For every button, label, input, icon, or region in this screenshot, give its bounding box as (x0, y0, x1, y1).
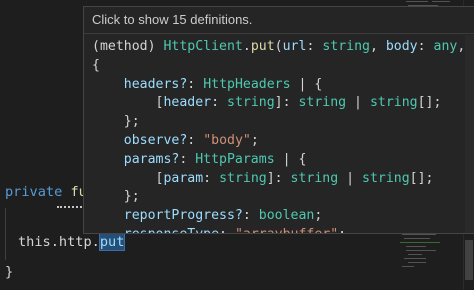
signature-token: | (338, 170, 362, 186)
signature-token: ]: (274, 95, 299, 111)
signature-token (92, 208, 124, 223)
signature-token (92, 77, 124, 92)
signature-token: | { (290, 76, 323, 92)
signature-token: []; (409, 170, 434, 186)
signature-token: : (242, 208, 259, 224)
signature-token: headers? (123, 76, 188, 92)
signature-token: ; (338, 227, 346, 233)
signature-token: : (417, 39, 434, 54)
signature-line: { (92, 57, 474, 76)
signature-token: [ (92, 170, 164, 186)
signature-line: [header: string]: string | string[]; (92, 94, 474, 113)
signature-line: params?: HttpParams | { (92, 151, 474, 170)
signature-token: : (306, 39, 323, 54)
signature-token: body (385, 39, 418, 54)
signature-token: any (433, 39, 458, 54)
signature-token: string (369, 95, 418, 111)
hover-widget[interactable]: Click to show 15 definitions. (method) H… (83, 6, 474, 234)
signature-token: header (163, 95, 212, 111)
signature-token: boolean (258, 208, 315, 224)
signature-token: : (219, 227, 235, 233)
method-signature: (method) HttpClient.put(url: string, bod… (84, 34, 474, 233)
signature-token: reportProgress? (123, 208, 243, 224)
signature-token: | { (274, 151, 307, 167)
signature-token: put (250, 39, 275, 54)
signature-token: string (322, 39, 370, 54)
signature-token: observe? (123, 132, 188, 148)
signature-token: { (92, 57, 100, 73)
signature-token: : (187, 132, 204, 148)
signature-token: string (298, 95, 347, 111)
signature-token: : (211, 95, 227, 111)
signature-token (92, 152, 124, 167)
signature-token: param (163, 170, 204, 186)
signature-token: "body" (203, 132, 251, 148)
text-cursor (124, 233, 126, 249)
signature-token: : (203, 170, 220, 186)
warning-squiggle (57, 203, 85, 208)
signature-token: url (282, 39, 307, 54)
signature-token (92, 227, 124, 233)
minimap[interactable] (398, 230, 462, 290)
signature-token: : (187, 76, 204, 92)
signature-line: observe?: "body"; (92, 132, 474, 151)
signature-token (92, 133, 124, 148)
signature-token: [ (92, 95, 164, 111)
this-http-receiver: this.http. (18, 234, 100, 250)
signature-token: }; (92, 189, 140, 205)
signature-token: []; (417, 95, 442, 111)
signature-token: string (219, 170, 267, 186)
signature-line: }; (92, 113, 474, 132)
signature-token: HttpClient (163, 39, 243, 54)
signature-token: }; (92, 114, 140, 130)
signature-token: string (227, 95, 275, 111)
indent-guide (5, 208, 6, 260)
signature-token: ; (314, 208, 323, 224)
private-keyword: private (5, 184, 63, 200)
signature-token: ( (274, 39, 283, 54)
signature-token: HttpParams (195, 151, 275, 167)
signature-token: | (346, 95, 370, 111)
definitions-status[interactable]: Click to show 15 definitions. (84, 7, 474, 34)
code-line-http-put[interactable]: this.http.put (18, 232, 126, 252)
signature-token: ]: (266, 170, 291, 186)
signature-line: (method) HttpClient.put(url: string, bod… (92, 38, 474, 57)
put-method-token[interactable]: put (98, 233, 126, 251)
closing-brace: } (5, 264, 14, 280)
signature-token: params? (123, 151, 180, 167)
code-editor[interactable]: private func this.http.put } Click to sh… (0, 0, 474, 290)
signature-token: string (362, 170, 410, 186)
signature-token: : (179, 151, 196, 167)
hover-scrollbar[interactable] (465, 35, 474, 233)
signature-line: }; (92, 188, 474, 207)
signature-token: "arraybuffer" (235, 227, 338, 233)
signature-token: HttpHeaders (203, 76, 291, 92)
signature-token: ; (250, 132, 259, 148)
code-line-closing-brace: } (5, 262, 13, 282)
signature-token: string (290, 170, 339, 186)
scrollbar-thumb[interactable] (465, 240, 473, 280)
signature-token: (method) (92, 39, 164, 54)
signature-line: reportProgress?: boolean; (92, 207, 474, 226)
signature-line: [param: string]: string | string[]; (92, 170, 474, 189)
signature-line: responseType: "arraybuffer"; (92, 226, 474, 233)
signature-token: , (369, 39, 386, 54)
signature-line: headers?: HttpHeaders | { (92, 76, 474, 95)
signature-token: responseType (124, 227, 219, 233)
signature-token: . (242, 39, 251, 54)
